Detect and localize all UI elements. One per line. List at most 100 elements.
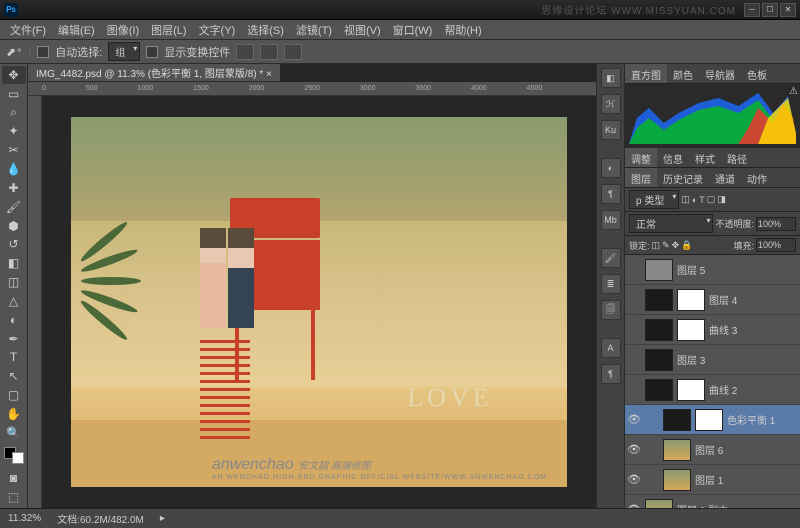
layer-row[interactable]: 图层 4: [625, 285, 800, 315]
lock-icon[interactable]: ✎: [662, 240, 670, 251]
tab-layers[interactable]: 图层: [625, 168, 657, 187]
mask-thumbnail[interactable]: [677, 319, 705, 341]
menu-image[interactable]: 图像(I): [101, 20, 145, 40]
lock-icon[interactable]: ✥: [672, 240, 680, 251]
visibility-toggle[interactable]: 👁: [627, 473, 641, 486]
align-icon-3[interactable]: [284, 44, 302, 60]
quickmask-tool[interactable]: ◙: [2, 469, 26, 487]
pen-tool[interactable]: ✒: [2, 330, 26, 348]
lock-icon[interactable]: ◫: [652, 240, 661, 251]
lasso-tool[interactable]: ⌕: [2, 104, 26, 122]
mask-thumbnail[interactable]: [695, 409, 723, 431]
tab-channels[interactable]: 通道: [709, 168, 741, 187]
layer-thumbnail[interactable]: [645, 319, 673, 341]
panel-icon-10[interactable]: A: [601, 338, 621, 358]
zoom-tool[interactable]: 🔍: [2, 424, 26, 442]
type-tool[interactable]: T: [2, 348, 26, 366]
panel-icon-2[interactable]: ℋ: [601, 94, 621, 114]
lock-icon[interactable]: 🔒: [681, 240, 692, 251]
dodge-tool[interactable]: ◐: [2, 311, 26, 329]
layer-thumbnail[interactable]: [663, 439, 691, 461]
stamp-tool[interactable]: ⬢: [2, 217, 26, 235]
tab-history[interactable]: 历史记录: [657, 168, 709, 187]
panel-icon-5[interactable]: ¶: [601, 184, 621, 204]
menu-window[interactable]: 窗口(W): [387, 20, 439, 40]
mask-thumbnail[interactable]: [677, 379, 705, 401]
menu-filter[interactable]: 滤镜(T): [290, 20, 338, 40]
statusbar-arrow-icon[interactable]: ▸: [160, 513, 165, 524]
move-tool[interactable]: ✥: [2, 66, 26, 84]
color-swatches[interactable]: [4, 447, 24, 465]
zoom-value[interactable]: 11.32%: [8, 513, 41, 524]
panel-icon-8[interactable]: ≣: [601, 274, 621, 294]
filter-icon[interactable]: ▢: [707, 194, 716, 205]
layer-thumbnail[interactable]: [645, 379, 673, 401]
layer-thumbnail[interactable]: [645, 349, 673, 371]
menu-file[interactable]: 文件(F): [4, 20, 52, 40]
document-tab[interactable]: IMG_4482.psd @ 11.3% (色彩平衡 1, 图层蒙版/8) * …: [28, 64, 280, 82]
wand-tool[interactable]: ✦: [2, 122, 26, 140]
opacity-input[interactable]: [756, 217, 796, 231]
close-button[interactable]: ✕: [780, 3, 796, 17]
menu-help[interactable]: 帮助(H): [438, 20, 487, 40]
filter-icon[interactable]: T: [699, 195, 705, 205]
healing-tool[interactable]: ✚: [2, 179, 26, 197]
eraser-tool[interactable]: ◧: [2, 254, 26, 272]
panel-icon-3[interactable]: Ku: [601, 120, 621, 140]
menu-edit[interactable]: 编辑(E): [52, 20, 101, 40]
tab-adjust[interactable]: 调整: [625, 148, 657, 167]
path-tool[interactable]: ↖: [2, 367, 26, 385]
layer-row[interactable]: 👁色彩平衡 1: [625, 405, 800, 435]
menu-view[interactable]: 视图(V): [338, 20, 387, 40]
layer-row[interactable]: 曲线 3: [625, 315, 800, 345]
layer-row[interactable]: 图层 5: [625, 255, 800, 285]
visibility-toggle[interactable]: 👁: [627, 443, 641, 456]
crop-tool[interactable]: ✂: [2, 141, 26, 159]
blend-mode-dropdown[interactable]: 正常: [629, 214, 713, 233]
menu-layer[interactable]: 图层(L): [145, 20, 192, 40]
tab-navigator[interactable]: 导航器: [699, 64, 741, 83]
filter-icon[interactable]: ◨: [717, 194, 726, 205]
panel-icon-6[interactable]: Mb: [601, 210, 621, 230]
history-brush-tool[interactable]: ↺: [2, 235, 26, 253]
minimize-button[interactable]: ─: [744, 3, 760, 17]
layer-thumbnail[interactable]: [645, 259, 673, 281]
tab-info[interactable]: 信息: [657, 148, 689, 167]
mask-thumbnail[interactable]: [677, 289, 705, 311]
layer-row[interactable]: 👁图层 1: [625, 465, 800, 495]
layer-row[interactable]: 曲线 2: [625, 375, 800, 405]
gradient-tool[interactable]: ◫: [2, 273, 26, 291]
align-icon-1[interactable]: [236, 44, 254, 60]
eyedropper-tool[interactable]: 💧: [2, 160, 26, 178]
auto-select-dropdown[interactable]: 组: [108, 42, 140, 61]
histogram-warning-icon[interactable]: ⚠: [789, 86, 798, 97]
panel-icon-7[interactable]: 🖌: [601, 248, 621, 268]
layer-thumbnail[interactable]: [663, 469, 691, 491]
menu-select[interactable]: 选择(S): [241, 20, 290, 40]
screenmode-tool[interactable]: ⬚: [2, 488, 26, 506]
panel-icon-1[interactable]: ◧: [601, 68, 621, 88]
tab-histogram[interactable]: 直方图: [625, 64, 667, 83]
tab-color[interactable]: 颜色: [667, 64, 699, 83]
panel-icon-11[interactable]: ¶: [601, 364, 621, 384]
visibility-toggle[interactable]: 👁: [627, 413, 641, 426]
layer-row[interactable]: 👁图层 1 副本: [625, 495, 800, 508]
layer-kind-dropdown[interactable]: p 类型: [629, 190, 679, 209]
panel-icon-4[interactable]: ◐: [601, 158, 621, 178]
marquee-tool[interactable]: ▭: [2, 85, 26, 103]
tab-paths[interactable]: 路径: [721, 148, 753, 167]
blur-tool[interactable]: △: [2, 292, 26, 310]
filter-icon[interactable]: ◐: [692, 195, 697, 205]
layer-row[interactable]: 图层 3: [625, 345, 800, 375]
tab-actions[interactable]: 动作: [741, 168, 773, 187]
auto-select-checkbox[interactable]: [37, 46, 49, 58]
canvas[interactable]: LOVE anwenchao 安文超 高端修图 AN WENCHAO HIGH-…: [42, 96, 596, 508]
tab-styles[interactable]: 样式: [689, 148, 721, 167]
fill-input[interactable]: [756, 238, 796, 252]
menu-type[interactable]: 文字(Y): [193, 20, 242, 40]
brush-tool[interactable]: 🖌: [2, 198, 26, 216]
show-transform-checkbox[interactable]: [146, 46, 158, 58]
hand-tool[interactable]: ✋: [2, 405, 26, 423]
visibility-toggle[interactable]: 👁: [627, 503, 641, 508]
maximize-button[interactable]: ☐: [762, 3, 778, 17]
